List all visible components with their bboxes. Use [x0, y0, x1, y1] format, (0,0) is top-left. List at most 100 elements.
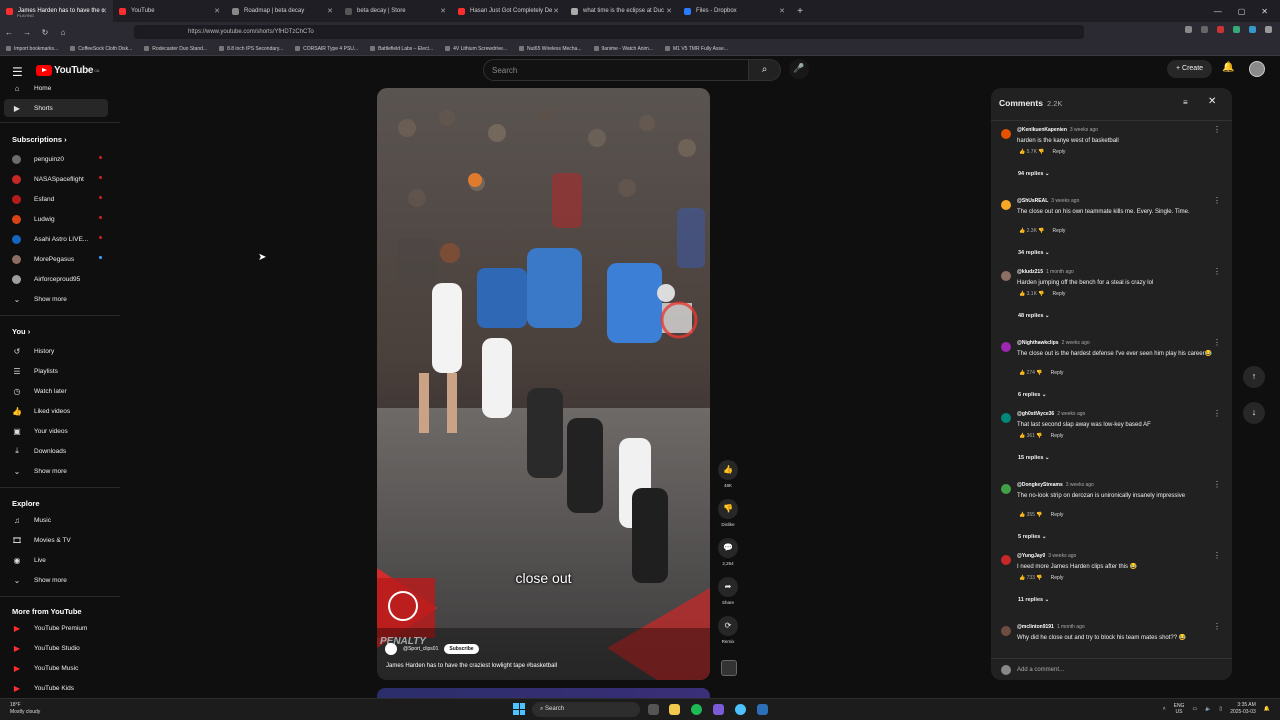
subscriptions-heading[interactable]: Subscriptions ›: [12, 135, 67, 144]
subscription-item[interactable]: Asahi Astro LIVE...: [4, 230, 108, 248]
bookmark-item[interactable]: Rodecaster Duo Stand...: [144, 46, 207, 52]
extension-icon[interactable]: [1249, 26, 1256, 33]
dislike-icon[interactable]: 👎: [1037, 291, 1044, 297]
dislike-action[interactable]: 👎 Dislike: [717, 499, 739, 527]
comment-author[interactable]: @YungJay0 3 weeks ago: [1017, 553, 1076, 559]
sidebar-item-home[interactable]: ⌂ Home: [4, 80, 108, 97]
reply-button[interactable]: Reply: [1051, 370, 1064, 376]
avatar[interactable]: [1001, 200, 1011, 210]
extension-icon[interactable]: [1233, 26, 1240, 33]
more-vert-icon[interactable]: ⋮: [1213, 480, 1221, 489]
comment-author[interactable]: @Nighthawkclips 2 weeks ago: [1017, 340, 1090, 346]
weather-widget[interactable]: 18°F Mostly cloudy: [10, 702, 40, 716]
close-icon[interactable]: ✕: [779, 7, 785, 15]
reload-icon[interactable]: ↻: [36, 28, 54, 37]
like-icon[interactable]: 👍: [1019, 370, 1027, 376]
dislike-icon[interactable]: 👎: [1037, 149, 1044, 155]
audio-thumbnail[interactable]: [721, 660, 737, 676]
comment-author[interactable]: @gh0stfAyce36 2 weeks ago: [1017, 411, 1085, 417]
browser-tab[interactable]: beta decay | Store ✕: [339, 0, 452, 22]
comment-list[interactable]: @KenikuenKapenien 3 weeks ago harden is th…: [991, 120, 1232, 658]
avatar[interactable]: [1001, 626, 1011, 636]
clock[interactable]: 3:35 AM 2025-03-03: [1230, 702, 1256, 716]
home-nav-icon[interactable]: ⌂: [54, 28, 72, 37]
view-replies-button[interactable]: 11 replies ⌄: [1018, 597, 1049, 603]
comment-author[interactable]: @mclinton9191 1 month ago: [1017, 624, 1085, 630]
forward-icon[interactable]: →: [18, 28, 36, 37]
reply-button[interactable]: Reply: [1051, 512, 1064, 518]
avatar[interactable]: [1001, 484, 1011, 494]
avatar[interactable]: [1001, 555, 1011, 565]
view-replies-button[interactable]: 34 replies ⌄: [1018, 250, 1050, 256]
subscription-item[interactable]: penguinz0: [4, 150, 108, 168]
notification-icon[interactable]: 🔔: [1264, 706, 1270, 712]
comment-author[interactable]: @kludz215 1 month ago: [1017, 269, 1074, 275]
extension-icon[interactable]: [1201, 26, 1208, 33]
create-button[interactable]: + Create: [1167, 60, 1212, 78]
more-vert-icon[interactable]: ⋮: [1213, 125, 1221, 134]
avatar[interactable]: [1001, 271, 1011, 281]
browser-tab[interactable]: what time is the eclipse at Duc ✕: [565, 0, 678, 22]
browser-tab[interactable]: Roadmap | beta decay ✕: [226, 0, 339, 22]
subscription-item[interactable]: Airforceproud95: [4, 270, 108, 288]
browser-tab[interactable]: James Harden has to have the c ✕ PLAYING: [0, 0, 113, 22]
steam-icon[interactable]: [757, 704, 768, 715]
sidebar-item-history[interactable]: ↺ History: [4, 342, 108, 360]
show-more-explore[interactable]: ⌄ Show more: [4, 571, 108, 589]
comment-icon[interactable]: 💬: [718, 538, 738, 558]
close-icon[interactable]: ✕: [101, 7, 107, 15]
next-short-button[interactable]: ↓: [1243, 402, 1265, 424]
subscription-item[interactable]: MorePegasus: [4, 250, 108, 268]
sidebar-item-playlists[interactable]: ☰ Playlists: [4, 362, 108, 380]
subscription-item[interactable]: Ludwig: [4, 210, 108, 228]
menu-icon[interactable]: ☰: [12, 65, 23, 79]
bookmark-item[interactable]: CORSAIR Type 4 PSU...: [295, 46, 358, 52]
like-icon[interactable]: 👍: [1019, 228, 1027, 234]
taskbar-search[interactable]: ⌕ Search: [532, 702, 640, 717]
like-icon[interactable]: 👍: [1019, 512, 1027, 518]
dislike-icon[interactable]: 👎: [1035, 575, 1042, 581]
extension-icon[interactable]: [1217, 26, 1224, 33]
view-replies-button[interactable]: 6 replies ⌄: [1018, 392, 1046, 398]
like-icon[interactable]: 👍: [1019, 433, 1027, 439]
subscription-item[interactable]: Esfand: [4, 190, 108, 208]
view-replies-button[interactable]: 5 replies ⌄: [1018, 534, 1046, 540]
sidebar-item-liked-videos[interactable]: 👍 Liked videos: [4, 402, 108, 420]
sidebar-item-your-videos[interactable]: ▣ Your videos: [4, 422, 108, 440]
sidebar-item-live[interactable]: ◉ Live: [4, 551, 108, 569]
new-tab-icon[interactable]: +: [791, 6, 809, 17]
add-comment-bar[interactable]: Add a comment...: [991, 658, 1232, 680]
close-icon[interactable]: ✕: [1208, 96, 1216, 107]
avatar[interactable]: [1001, 129, 1011, 139]
more-vert-icon[interactable]: ⋮: [1213, 338, 1221, 347]
sidebar-item-downloads[interactable]: ⤓ Downloads: [4, 442, 108, 460]
sidebar-item-youtube-product[interactable]: ▶ YouTube Studio: [4, 639, 108, 657]
reply-button[interactable]: Reply: [1051, 433, 1064, 439]
address-bar[interactable]: https://www.youtube.com/shorts/YfHDTzChC…: [134, 25, 1084, 39]
remix-action[interactable]: ⟳ Remix: [717, 616, 739, 644]
comment-author[interactable]: @ShUsREAL 3 weeks ago: [1017, 198, 1079, 204]
task-view-icon[interactable]: [648, 704, 659, 715]
close-icon[interactable]: ✕: [214, 7, 220, 15]
browser-tab[interactable]: Files - Dropbox ✕: [678, 0, 791, 22]
avatar[interactable]: [1001, 413, 1011, 423]
maximize-icon[interactable]: ▢: [1238, 7, 1246, 16]
close-icon[interactable]: ✕: [666, 7, 672, 15]
bookmark-item[interactable]: Battlefield Labs – Elect...: [370, 46, 433, 52]
close-window-icon[interactable]: ✕: [1261, 7, 1268, 16]
view-replies-button[interactable]: 94 replies ⌄: [1018, 171, 1050, 177]
bookmark-item[interactable]: Import bookmarks...: [6, 46, 58, 52]
close-icon[interactable]: ✕: [327, 7, 333, 15]
like-action[interactable]: 👍 48K: [717, 460, 739, 488]
menu-icon[interactable]: [1265, 26, 1272, 33]
bookmark-item[interactable]: CoffeeSock Cloth Disk...: [70, 46, 132, 52]
sidebar-item-movies-tv[interactable]: 🎞 Movies & TV: [4, 531, 108, 549]
bookmark-item[interactable]: 8.8 inch IPS Secondary...: [219, 46, 283, 52]
channel-name[interactable]: @Sport_clips01: [403, 646, 438, 652]
more-vert-icon[interactable]: ⋮: [1213, 267, 1221, 276]
more-vert-icon[interactable]: ⋮: [1213, 622, 1221, 631]
like-icon[interactable]: 👍: [1019, 149, 1027, 155]
bookmark-item[interactable]: M1 V5 TMR Fully Asse...: [665, 46, 728, 52]
previous-short-button[interactable]: ↑: [1243, 366, 1265, 388]
chevron-up-icon[interactable]: ˄: [1163, 706, 1166, 712]
